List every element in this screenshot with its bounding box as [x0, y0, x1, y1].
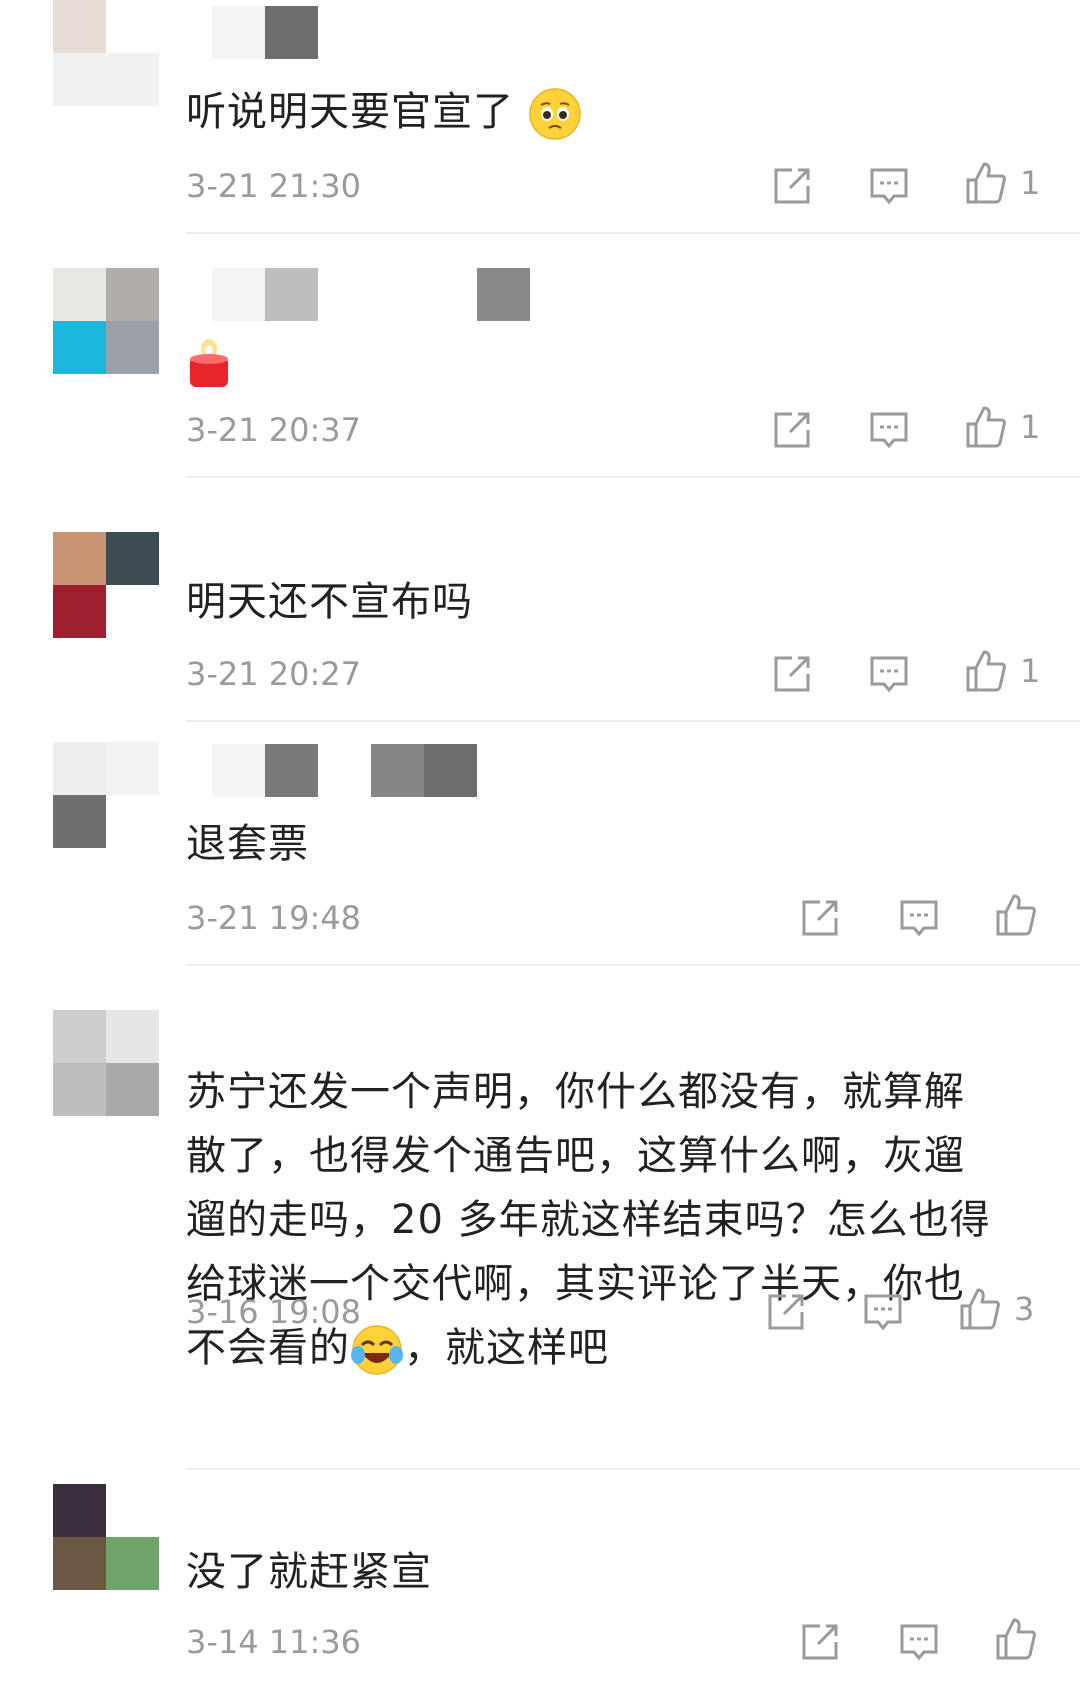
reply-button[interactable] — [862, 1292, 904, 1332]
like-button[interactable]: 1 — [964, 404, 1040, 450]
comment-icon — [900, 900, 938, 937]
like-count: 1 — [1020, 164, 1041, 202]
comment-text: 听说明天要官宣了 — [186, 80, 1046, 144]
share-icon — [802, 900, 838, 936]
comment-icon — [870, 168, 908, 205]
reply-button[interactable] — [898, 898, 940, 938]
comment-icon — [864, 1294, 902, 1331]
comment-text: 退套票 — [186, 821, 309, 867]
comment-item: 听说明天要官宣了 3-21 21:30 1 — [0, 0, 1080, 234]
comment-text — [186, 328, 1046, 392]
like-button[interactable]: 1 — [964, 160, 1040, 206]
share-button[interactable] — [800, 898, 840, 938]
share-button[interactable] — [772, 654, 812, 694]
username-blurred[interactable] — [212, 268, 530, 321]
share-icon — [802, 1624, 838, 1660]
avatar[interactable] — [53, 742, 159, 848]
share-icon — [774, 168, 810, 204]
comment-item: 明天还不宣布吗 3-21 20:27 1 — [0, 478, 1080, 722]
like-count: 1 — [1020, 408, 1041, 446]
reply-button[interactable] — [868, 654, 910, 694]
red-candle-emoji — [190, 339, 228, 387]
like-button[interactable] — [994, 1616, 1050, 1662]
thumbs-up-icon — [996, 1618, 1036, 1660]
divider — [186, 1468, 1080, 1470]
comment-text: 明天还不宣布吗 — [186, 579, 473, 625]
thumbs-up-icon — [960, 1288, 1000, 1330]
comment-line: 苏宁还发一个声明，你什么都没有，就算解 — [186, 1069, 965, 1115]
like-button[interactable]: 1 — [964, 648, 1040, 694]
timestamp: 3-16 19:08 — [186, 1293, 362, 1331]
share-icon — [774, 412, 810, 448]
thumbs-up-icon — [996, 894, 1036, 936]
username-blurred[interactable] — [212, 6, 318, 59]
reply-button[interactable] — [868, 410, 910, 450]
reply-button[interactable] — [898, 1622, 940, 1662]
timestamp: 3-21 20:37 — [186, 411, 362, 449]
timestamp: 3-14 11:36 — [186, 1623, 362, 1661]
avatar[interactable] — [53, 532, 159, 638]
reply-button[interactable] — [868, 166, 910, 206]
comment-item: 退套票 3-21 19:48 — [0, 722, 1080, 966]
comment-text: 没了就赶紧宣 — [186, 1549, 432, 1595]
avatar[interactable] — [53, 0, 159, 106]
like-count: 1 — [1020, 652, 1041, 690]
comment-icon — [870, 656, 908, 693]
comment-icon — [870, 412, 908, 449]
like-button[interactable] — [994, 892, 1050, 938]
thumbs-up-icon — [966, 406, 1006, 448]
avatar[interactable] — [53, 1010, 159, 1116]
share-icon — [768, 1294, 804, 1330]
timestamp: 3-21 20:27 — [186, 655, 362, 693]
comment-line: 遛的走吗，20 多年就这样结束吗？怎么也得 — [186, 1197, 991, 1243]
comment-item: 3-21 20:37 1 — [0, 234, 1080, 478]
avatar[interactable] — [53, 268, 159, 374]
timestamp: 3-21 19:48 — [186, 899, 362, 937]
thumbs-up-icon — [966, 650, 1006, 692]
share-button[interactable] — [800, 1622, 840, 1662]
share-button[interactable] — [772, 166, 812, 206]
like-button[interactable]: 3 — [958, 1286, 1034, 1332]
comment-icon — [900, 1624, 938, 1661]
pleading-face-emoji — [528, 88, 581, 140]
share-button[interactable] — [766, 1292, 806, 1332]
timestamp: 3-21 21:30 — [186, 167, 362, 205]
avatar[interactable] — [53, 1484, 159, 1590]
thumbs-up-icon — [966, 162, 1006, 204]
comment-text: 苏宁还发一个声明，你什么都没有，就算解 散了，也得发个通告吧，这算什么啊，灰遛 … — [186, 1060, 1046, 1380]
comment-line: 散了，也得发个通告吧，这算什么啊，灰遛 — [186, 1133, 965, 1179]
comment-item: 没了就赶紧宣 3-14 11:36 — [0, 1472, 1080, 1694]
comment-item: 苏宁还发一个声明，你什么都没有，就算解 散了，也得发个通告吧，这算什么啊，灰遛 … — [0, 966, 1080, 1472]
username-blurred[interactable] — [212, 744, 477, 797]
like-count: 3 — [1014, 1290, 1035, 1328]
share-icon — [774, 656, 810, 692]
share-button[interactable] — [772, 410, 812, 450]
